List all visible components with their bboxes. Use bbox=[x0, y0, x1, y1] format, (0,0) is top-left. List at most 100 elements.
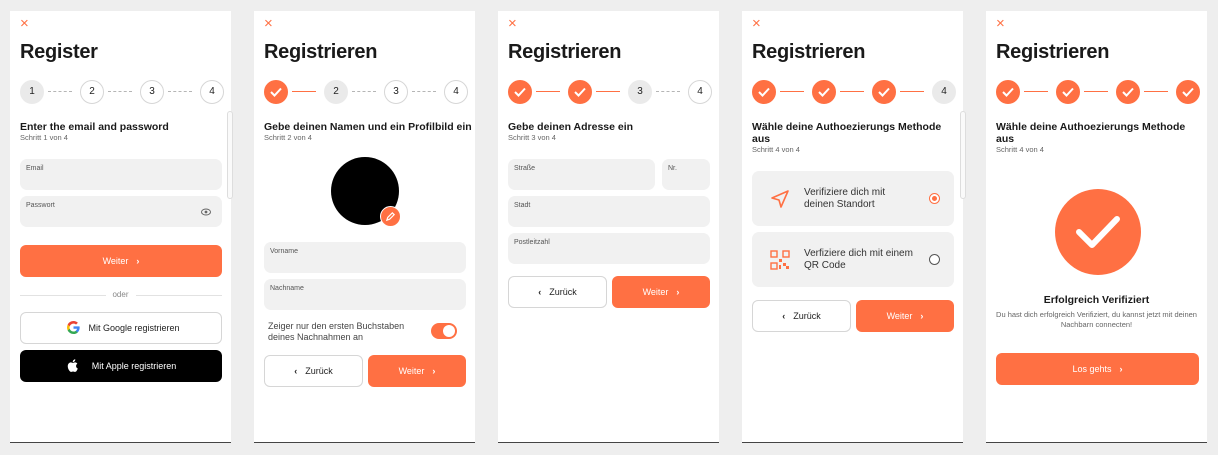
google-register-button[interactable]: Mit Google registrieren bbox=[20, 312, 222, 344]
page-title: Registrieren bbox=[996, 41, 1110, 63]
step-done bbox=[264, 80, 288, 104]
google-register-label: Mit Google registrieren bbox=[88, 323, 180, 333]
page-title: Registrieren bbox=[752, 41, 866, 63]
close-icon[interactable]: × bbox=[996, 16, 1008, 31]
section-heading: Gebe deinen Adresse ein bbox=[508, 121, 634, 133]
lets-go-label: Los gehts bbox=[1072, 364, 1112, 374]
check-icon bbox=[1182, 87, 1194, 97]
next-button[interactable]: Weiter › bbox=[20, 245, 222, 277]
step-connector bbox=[168, 91, 192, 92]
close-icon[interactable]: × bbox=[20, 16, 32, 31]
step-connector bbox=[292, 91, 316, 92]
qr-verify-option[interactable]: Verfiziere dich mit einem QR Code bbox=[752, 232, 954, 287]
email-label: Email bbox=[26, 165, 44, 172]
screen-edge bbox=[960, 111, 966, 199]
pencil-icon bbox=[385, 211, 396, 222]
step-2: 2 bbox=[80, 80, 104, 104]
page-title: Registrieren bbox=[508, 41, 622, 63]
step-4: 4 bbox=[444, 80, 468, 104]
next-button[interactable]: Weiter › bbox=[612, 276, 710, 308]
step-connector bbox=[656, 91, 680, 92]
back-label: Zurück bbox=[305, 366, 333, 376]
chevron-left-icon: ‹ bbox=[538, 287, 542, 297]
step-2: 2 bbox=[324, 80, 348, 104]
screen-register-success: × Registrieren Wähle deine Authoezierung… bbox=[986, 11, 1207, 443]
step-connector bbox=[840, 91, 864, 92]
next-label: Weiter bbox=[398, 366, 425, 376]
location-verify-option[interactable]: Verifiziere dich mit deinen Standort bbox=[752, 171, 954, 226]
check-icon bbox=[758, 87, 770, 97]
screen-register-step-4: × Registrieren 4 Wähle deine Authoezieru… bbox=[742, 11, 963, 443]
next-button[interactable]: Weiter › bbox=[856, 300, 954, 332]
back-button[interactable]: ‹ Zurück bbox=[752, 300, 851, 332]
step-done bbox=[1176, 80, 1200, 104]
apple-logo-icon bbox=[67, 359, 78, 372]
page-title: Register bbox=[20, 41, 98, 63]
step-connector bbox=[1084, 91, 1108, 92]
success-text: Du hast dich erfolgreich Verifiziert, du… bbox=[996, 310, 1197, 329]
screen-register-step-3: × Registrieren 3 4 Gebe deinen Adresse e… bbox=[498, 11, 719, 443]
step-connector bbox=[596, 91, 620, 92]
success-title: Erfolgreich Verifiziert bbox=[1043, 294, 1150, 306]
lastname-field[interactable]: Nachname bbox=[264, 279, 466, 310]
chevron-right-icon: › bbox=[136, 256, 140, 266]
zip-field[interactable]: Postleitzahl bbox=[508, 233, 710, 264]
step-connector bbox=[536, 91, 560, 92]
step-caption: Schritt 4 von 4 bbox=[752, 145, 800, 154]
back-button[interactable]: ‹ Zurück bbox=[508, 276, 607, 308]
step-caption: Schritt 2 von 4 bbox=[264, 133, 312, 142]
edit-avatar-button[interactable] bbox=[380, 206, 401, 227]
street-label: Straße bbox=[514, 165, 536, 172]
step-3: 3 bbox=[384, 80, 408, 104]
lastname-initial-toggle[interactable] bbox=[431, 323, 457, 339]
stepper: 2 3 4 bbox=[264, 80, 468, 104]
step-done bbox=[872, 80, 896, 104]
section-heading: Wähle deine Authoezierungs Methode aus bbox=[996, 121, 1186, 145]
close-icon[interactable]: × bbox=[264, 16, 276, 31]
apple-register-label: Mit Apple registrieren bbox=[91, 361, 177, 371]
close-icon[interactable]: × bbox=[752, 16, 764, 31]
location-verify-radio[interactable] bbox=[929, 193, 940, 204]
eye-icon[interactable] bbox=[201, 208, 211, 216]
stepper: 3 4 bbox=[508, 80, 712, 104]
zip-label: Postleitzahl bbox=[514, 239, 550, 246]
back-label: Zurück bbox=[549, 287, 577, 297]
close-icon[interactable]: × bbox=[508, 16, 520, 31]
back-button[interactable]: ‹ Zurück bbox=[264, 355, 363, 387]
qr-verify-radio[interactable] bbox=[929, 254, 940, 265]
lets-go-button[interactable]: Los gehts › bbox=[996, 353, 1199, 385]
city-label: Stadt bbox=[514, 202, 531, 209]
step-connector bbox=[48, 91, 72, 92]
check-icon bbox=[270, 87, 282, 97]
apple-register-button[interactable]: Mit Apple registrieren bbox=[20, 350, 222, 382]
qr-code-icon bbox=[770, 250, 790, 270]
street-field[interactable]: Straße bbox=[508, 159, 655, 190]
stepper bbox=[996, 80, 1200, 104]
chevron-right-icon: › bbox=[676, 287, 680, 297]
chevron-right-icon: › bbox=[1119, 364, 1123, 374]
chevron-left-icon: ‹ bbox=[294, 366, 298, 376]
qr-verify-label: Verfiziere dich mit einem QR Code bbox=[804, 248, 913, 271]
step-connector bbox=[412, 91, 436, 92]
check-icon bbox=[1062, 87, 1074, 97]
step-connector bbox=[352, 91, 376, 92]
email-field[interactable]: Email bbox=[20, 159, 222, 190]
lastname-label: Nachname bbox=[270, 285, 304, 292]
city-field[interactable]: Stadt bbox=[508, 196, 710, 227]
step-done bbox=[1056, 80, 1080, 104]
next-label: Weiter bbox=[102, 256, 129, 266]
firstname-field[interactable]: Vorname bbox=[264, 242, 466, 273]
step-caption: Schritt 1 von 4 bbox=[20, 133, 68, 142]
step-connector bbox=[1024, 91, 1048, 92]
house-number-field[interactable]: Nr. bbox=[662, 159, 710, 190]
step-4: 4 bbox=[932, 80, 956, 104]
step-caption: Schritt 3 von 4 bbox=[508, 133, 556, 142]
house-number-label: Nr. bbox=[668, 165, 677, 172]
password-field[interactable]: Passwort bbox=[20, 196, 222, 227]
screen-register-step-2: × Registrieren 2 3 4 Gebe deinen Namen u… bbox=[254, 11, 475, 443]
chevron-right-icon: › bbox=[432, 366, 436, 376]
firstname-label: Vorname bbox=[270, 248, 299, 255]
check-icon bbox=[878, 87, 890, 97]
step-4: 4 bbox=[688, 80, 712, 104]
next-button[interactable]: Weiter › bbox=[368, 355, 466, 387]
